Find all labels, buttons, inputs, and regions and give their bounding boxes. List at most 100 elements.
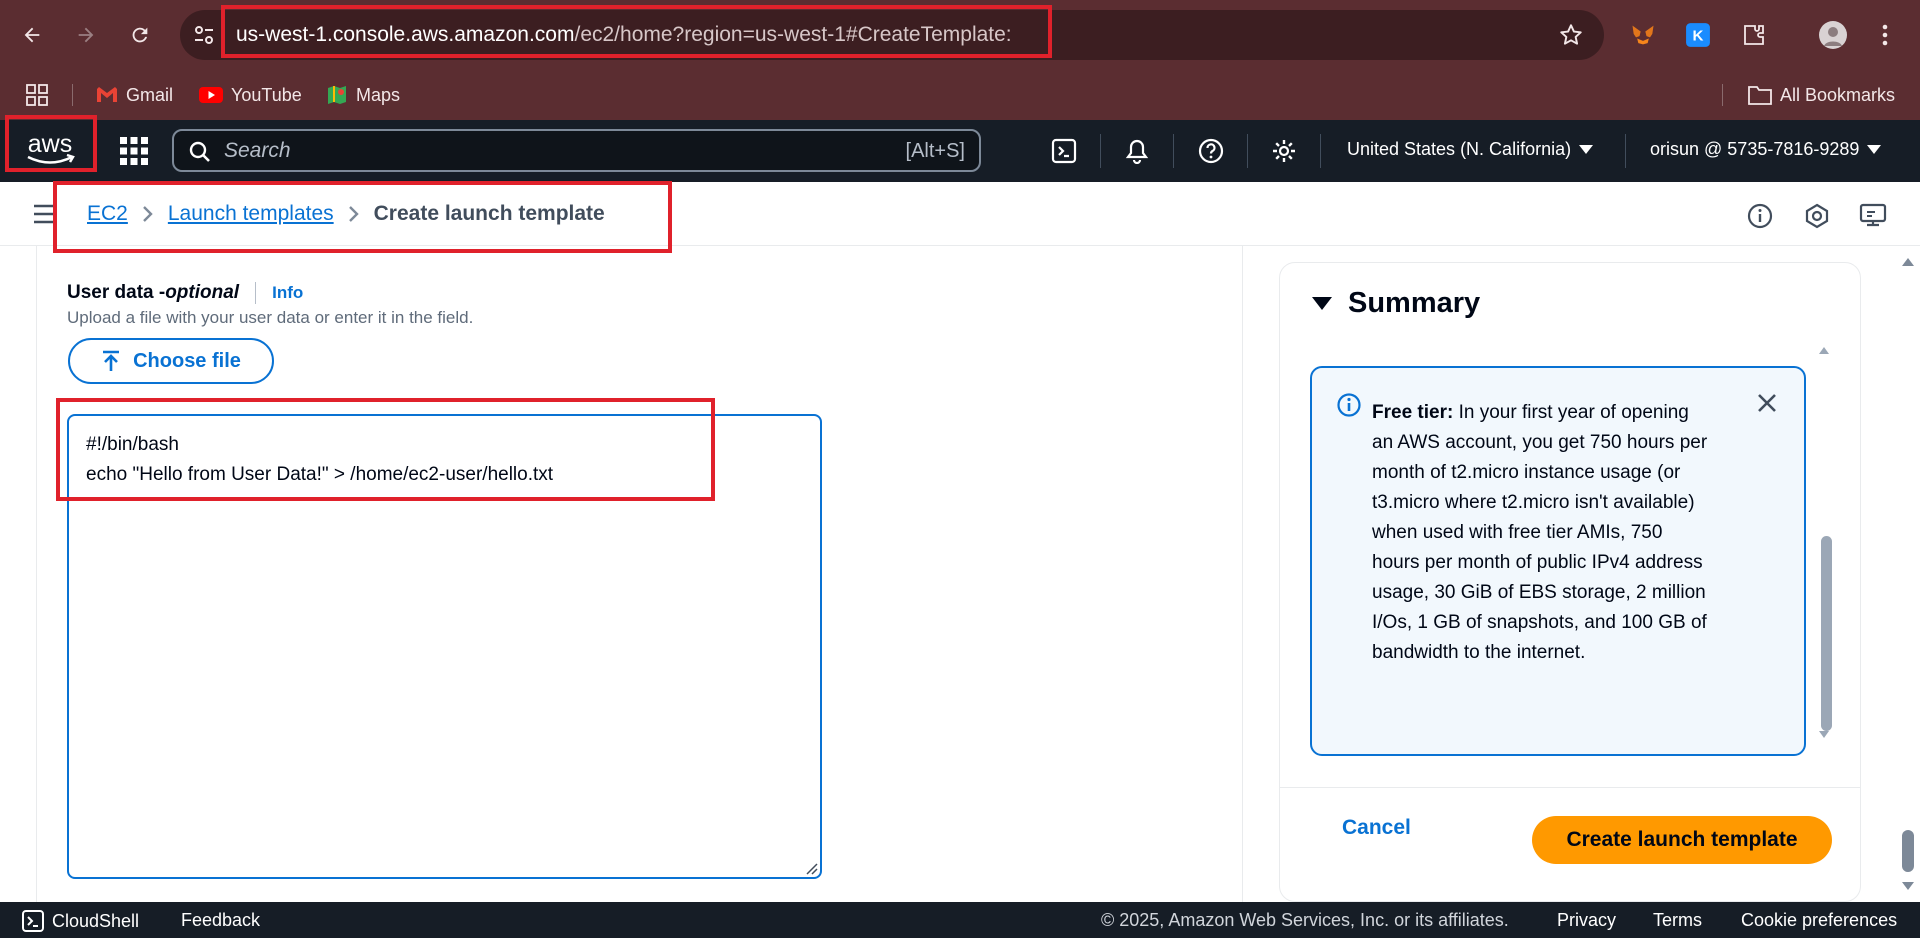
cloudshell-link[interactable]: CloudShell [22, 910, 139, 932]
aws-logo-text: aws [28, 130, 72, 158]
chevron-right-icon [143, 206, 153, 222]
user-data-textarea[interactable]: #!/bin/bash echo "Hello from User Data!"… [67, 414, 822, 879]
breadcrumb-bar: EC2 Launch templates Create launch templ… [0, 182, 1920, 246]
account-label: orisun @ 5735-7816-9289 [1650, 139, 1860, 159]
region-label: United States (N. California) [1347, 139, 1572, 159]
summary-header[interactable]: Summary [1312, 287, 1480, 320]
search-icon [188, 140, 212, 169]
summary-panel: Summary Free tier: In your first year of… [1279, 262, 1861, 902]
breadcrumb-current: Create launch template [373, 202, 605, 225]
info-link[interactable]: Info [272, 283, 303, 303]
cloudshell-icon[interactable] [1047, 134, 1081, 168]
account-menu[interactable]: orisun @ 5735-7816-9289 [1650, 139, 1882, 160]
copyright-text: © 2025, Amazon Web Services, Inc. or its… [1101, 910, 1509, 930]
choose-file-label: Choose file [133, 349, 241, 372]
bookmarks-bar: Gmail YouTube Maps All Bookmarks [0, 70, 1920, 120]
caret-down-icon [1867, 144, 1882, 154]
search-shortcut-hint: [Alt+S] [905, 140, 965, 162]
aws-logo[interactable]: aws [18, 130, 82, 173]
summary-title: Summary [1348, 287, 1481, 319]
k-extension-icon[interactable]: K [1681, 18, 1715, 52]
breadcrumb-launch-templates[interactable]: Launch templates [168, 202, 334, 226]
breadcrumb-ec2[interactable]: EC2 [87, 202, 128, 226]
feedback-panel-icon[interactable] [1859, 202, 1887, 230]
cloudshell-icon [22, 910, 44, 932]
create-launch-template-button[interactable]: Create launch template [1532, 816, 1832, 864]
notifications-panel-icon[interactable] [1803, 202, 1831, 230]
user-data-label: User data - optional Info [67, 282, 303, 304]
side-nav-menu-icon[interactable] [34, 204, 56, 229]
header-divider [1247, 134, 1248, 168]
header-divider [1100, 134, 1101, 168]
help-icon[interactable] [1194, 134, 1228, 168]
services-menu-icon[interactable] [120, 137, 148, 170]
bookmark-gmail[interactable]: Gmail [96, 80, 173, 110]
summary-scroll-thumb[interactable] [1821, 536, 1832, 731]
bookmarks-divider [1722, 84, 1723, 106]
caret-down-icon [1579, 144, 1594, 154]
cloudshell-label: CloudShell [52, 910, 140, 931]
terms-link[interactable]: Terms [1653, 910, 1702, 931]
close-icon[interactable] [1756, 392, 1778, 419]
back-icon[interactable] [14, 17, 50, 53]
youtube-icon [199, 87, 223, 103]
maps-icon [328, 86, 346, 104]
label-divider [255, 282, 257, 304]
caret-down-icon [1312, 296, 1332, 310]
bookmark-label: YouTube [231, 84, 302, 105]
cookie-preferences-link[interactable]: Cookie preferences [1741, 910, 1897, 931]
choose-file-button[interactable]: Choose file [68, 338, 274, 384]
bookmarks-divider [72, 84, 73, 106]
profile-avatar-icon[interactable] [1816, 18, 1850, 52]
settings-gear-icon[interactable] [1267, 134, 1301, 168]
header-divider [1320, 134, 1321, 168]
bookmark-label: Gmail [126, 84, 174, 105]
upload-icon [103, 350, 120, 371]
header-divider [1625, 134, 1626, 168]
optional-tag: optional [165, 282, 240, 303]
browser-toolbar: us-west-1.console.aws.amazon.com/ec2/hom… [0, 0, 1920, 70]
reload-icon[interactable] [122, 17, 158, 53]
notifications-bell-icon[interactable] [1120, 134, 1154, 168]
metamask-extension-icon[interactable] [1626, 18, 1660, 52]
console-footer: CloudShell Feedback © 2025, Amazon Web S… [0, 902, 1920, 938]
cancel-button[interactable]: Cancel [1342, 816, 1411, 840]
chevron-right-icon [348, 206, 359, 222]
page-scrollbar[interactable] [1896, 246, 1920, 902]
user-data-description: Upload a file with your user data or ent… [67, 308, 474, 327]
user-data-title: User data - [67, 282, 166, 303]
apps-grid-icon[interactable] [26, 80, 48, 110]
address-bar[interactable]: us-west-1.console.aws.amazon.com/ec2/hom… [180, 10, 1604, 60]
free-tier-alert: Free tier: In your first year of opening… [1310, 366, 1806, 756]
extensions-puzzle-icon[interactable] [1737, 18, 1771, 52]
feedback-link[interactable]: Feedback [181, 910, 260, 931]
svg-text:K: K [1693, 27, 1704, 44]
all-bookmarks-label: All Bookmarks [1780, 84, 1896, 105]
bookmark-maps[interactable]: Maps [326, 80, 400, 110]
header-divider [1173, 134, 1174, 168]
all-bookmarks[interactable]: All Bookmarks [1748, 80, 1895, 110]
free-tier-label: Free tier: [1372, 402, 1454, 423]
global-search[interactable]: [Alt+S] [172, 129, 981, 172]
site-settings-icon[interactable] [192, 23, 216, 52]
privacy-link[interactable]: Privacy [1557, 910, 1616, 931]
info-panel-icon[interactable] [1746, 202, 1774, 230]
breadcrumb: EC2 Launch templates Create launch templ… [87, 202, 605, 226]
browser-menu-icon[interactable] [1868, 18, 1902, 52]
bookmark-youtube[interactable]: YouTube [199, 80, 302, 110]
user-data-section: User data - optional Info Upload a file … [36, 246, 1243, 902]
resize-handle-icon[interactable] [804, 861, 818, 875]
region-selector[interactable]: United States (N. California) [1347, 139, 1594, 160]
gmail-icon [97, 87, 117, 102]
summary-divider [1280, 787, 1860, 788]
search-input[interactable] [224, 138, 824, 164]
free-tier-text: Free tier: In your first year of opening… [1372, 398, 1712, 668]
info-circle-icon [1336, 392, 1362, 423]
page-scroll-thumb[interactable] [1902, 830, 1914, 872]
url-text: us-west-1.console.aws.amazon.com/ec2/hom… [236, 23, 1012, 46]
aws-top-nav: aws [Alt+S] United States (N. California… [0, 120, 1920, 182]
bookmark-label: Maps [356, 84, 401, 105]
free-tier-body: In your first year of opening an AWS acc… [1372, 402, 1708, 663]
forward-icon[interactable] [68, 17, 104, 53]
bookmark-star-icon[interactable] [1558, 22, 1584, 53]
